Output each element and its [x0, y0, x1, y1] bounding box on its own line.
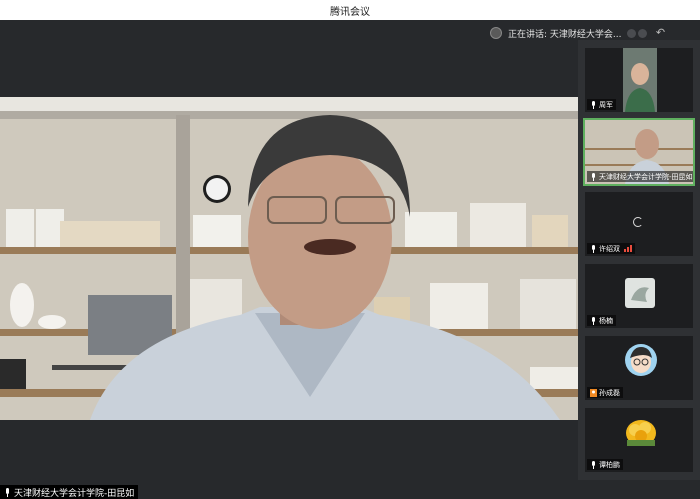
participant-avatar — [625, 278, 655, 308]
main-video[interactable] — [0, 97, 578, 420]
mic-icon — [592, 172, 595, 181]
participant-name: 杨楠 — [599, 316, 613, 325]
speaker-avatar-icon — [490, 27, 502, 39]
back-icon[interactable]: ↶ — [653, 26, 667, 40]
mic-icon — [592, 460, 595, 469]
mic-icon — [6, 487, 9, 497]
participant-label: 天津财经大学会计学院-田昆如 — [587, 171, 693, 182]
main-video-frame — [0, 97, 578, 420]
loading-spinner-icon — [633, 217, 643, 227]
participant-name: 许绍双 — [599, 244, 620, 253]
main-video-name: 天津财经大学会计学院-田昆如 — [14, 488, 135, 499]
participant-video — [623, 48, 657, 112]
participant-label: 谭柏鹏 — [587, 459, 623, 470]
participant-name: 周军 — [599, 100, 613, 109]
app-title: 腾讯会议 — [330, 7, 370, 18]
participant-tile-active[interactable]: 天津财经大学会计学院-田昆如 — [583, 118, 695, 186]
participant-label: 周军 — [587, 99, 616, 110]
participant-tile[interactable]: 谭柏鹏 — [585, 408, 693, 472]
participant-tile[interactable]: 孙成磊 — [585, 336, 693, 400]
mic-icon — [592, 100, 595, 109]
mic-icon — [592, 244, 595, 253]
participant-label: 孙成磊 — [587, 387, 623, 398]
participant-label: 许绍双 — [587, 243, 635, 254]
mic-icon — [592, 316, 595, 325]
user-icon — [590, 388, 597, 397]
participant-name: 谭柏鹏 — [599, 460, 620, 469]
speaking-indicator: 正在讲话: 天津财经大学会... ↶ — [490, 25, 667, 41]
layout-icon[interactable] — [627, 28, 637, 38]
main-video-name-tag: 天津财经大学会计学院-田昆如 — [0, 485, 139, 499]
more-icon[interactable] — [638, 28, 648, 38]
view-controls[interactable] — [627, 28, 648, 38]
speaking-text: 正在讲话: 天津财经大学会... — [508, 29, 622, 40]
participant-list[interactable]: 周军 天津财经大学会计学院-田昆如 许绍双 杨楠 孙成磊 谭柏鹏 — [578, 40, 700, 480]
participant-name: 天津财经大学会计学院-田昆如 — [599, 172, 693, 181]
participant-avatar — [625, 344, 657, 376]
participant-name: 孙成磊 — [599, 388, 620, 397]
title-bar: 腾讯会议 — [0, 0, 700, 20]
participant-avatar — [626, 420, 656, 446]
participant-tile[interactable]: 周军 — [585, 48, 693, 112]
signal-strength-icon — [624, 245, 632, 252]
participant-label: 杨楠 — [587, 315, 616, 326]
participant-tile[interactable]: 许绍双 — [585, 192, 693, 256]
participant-tile[interactable]: 杨楠 — [585, 264, 693, 328]
